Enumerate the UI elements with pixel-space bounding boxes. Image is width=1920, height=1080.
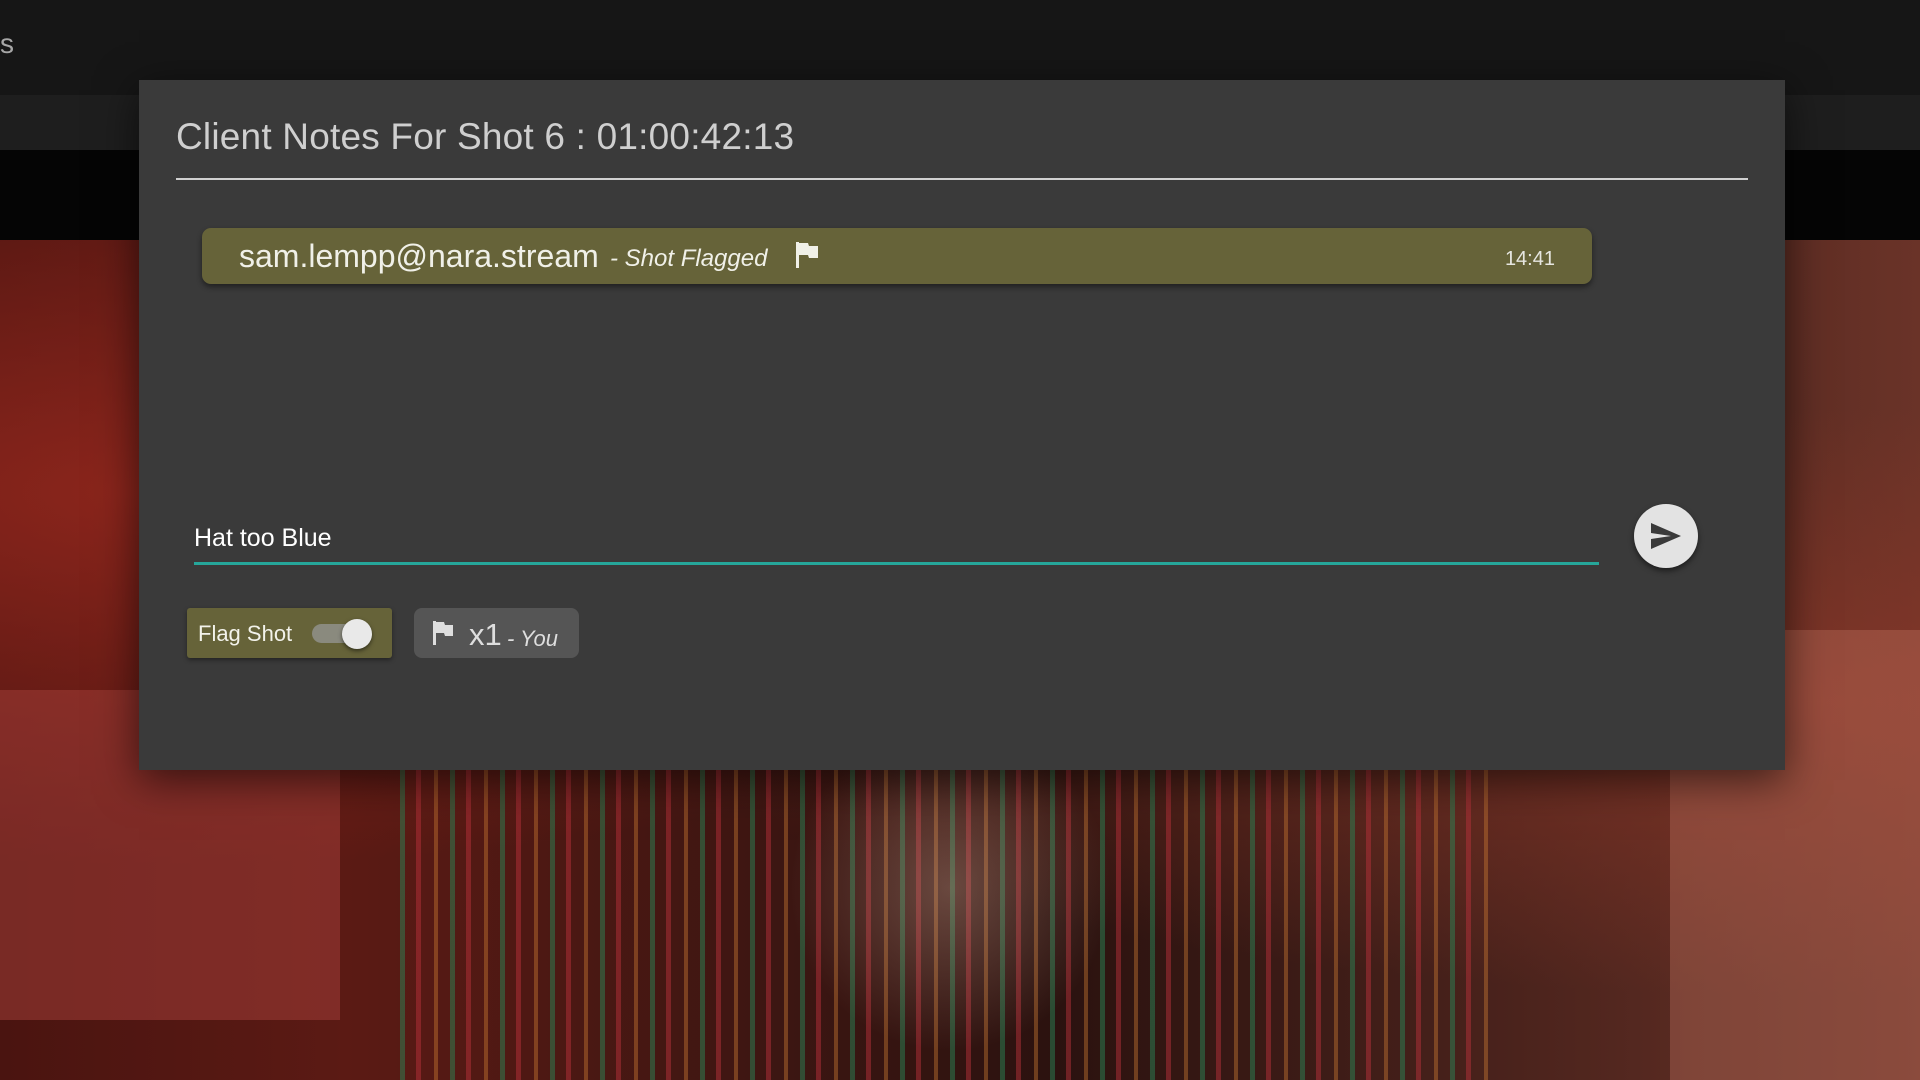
flag-icon xyxy=(796,242,818,268)
client-notes-dialog: Client Notes For Shot 6 : 01:00:42:13 sa… xyxy=(139,80,1785,770)
scene-figure xyxy=(760,760,1140,1080)
send-icon xyxy=(1651,523,1681,549)
flag-icon xyxy=(433,621,453,645)
note-author: sam.lempp@nara.stream xyxy=(239,238,599,274)
title-divider xyxy=(176,178,1748,180)
note-item: sam.lempp@nara.stream - Shot Flagged 14:… xyxy=(202,228,1592,284)
note-action: - Shot Flagged xyxy=(610,245,768,272)
flag-count-chip: x1 - You xyxy=(414,608,579,658)
input-underline xyxy=(194,562,1599,565)
flag-count: x1 xyxy=(469,617,502,652)
flag-count-owner: - You xyxy=(507,626,558,651)
dialog-title: Client Notes For Shot 6 : 01:00:42:13 xyxy=(176,116,795,157)
top-bar-text-fragment: s xyxy=(0,28,14,59)
note-timestamp: 14:41 xyxy=(1504,248,1555,270)
flag-shot-label: Flag Shot xyxy=(198,621,293,646)
note-input-container xyxy=(194,500,1599,566)
flag-shot-toggle[interactable]: Flag Shot xyxy=(187,608,392,658)
send-button[interactable] xyxy=(1634,504,1698,568)
toggle-knob[interactable] xyxy=(342,619,372,649)
note-input[interactable] xyxy=(194,500,1599,562)
